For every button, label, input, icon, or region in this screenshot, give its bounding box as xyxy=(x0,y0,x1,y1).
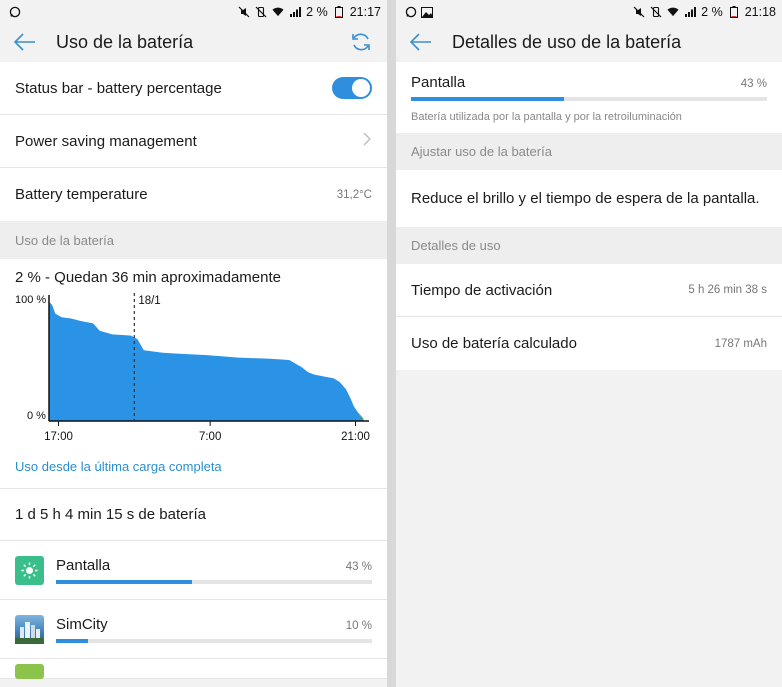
clock: 21:17 xyxy=(349,5,381,19)
app-bar: Detalles de uso de la batería xyxy=(396,24,782,60)
section-header-usage-details: Detalles de uso xyxy=(396,227,782,264)
app-percentage: 43 % xyxy=(345,560,372,573)
page-title: Uso de la batería xyxy=(56,31,194,52)
toggle-knob xyxy=(352,79,370,97)
battery-graph-title: 2 % - Quedan 36 min aproximadamente xyxy=(15,269,281,286)
detail-row-calculated-usage: Uso de batería calculado 1787 mAh xyxy=(396,317,782,370)
usage-bar xyxy=(411,97,767,101)
battery-temperature-value: 31,2°C xyxy=(336,188,372,201)
battery-chart-svg: 18/1 100 % 0 % 17:00 7:00 21:00 xyxy=(15,293,370,443)
x-tick-label: 17:00 xyxy=(44,431,73,443)
page-title: Detalles de uso de la batería xyxy=(452,31,682,52)
app-name: Pantalla xyxy=(56,556,111,574)
section-header-battery-usage: Uso de la batería xyxy=(0,221,387,259)
power-saving-row[interactable]: Power saving management xyxy=(0,115,387,168)
battery-temperature-row: Battery temperature 31,2°C xyxy=(0,168,387,221)
clock: 21:18 xyxy=(744,5,776,19)
detail-value: 1787 mAh xyxy=(714,337,767,350)
battery-percent-text: 2 % xyxy=(701,5,723,19)
simcity-app-icon xyxy=(15,614,44,644)
battery-chart: 18/1 100 % 0 % 17:00 7:00 21:00 xyxy=(15,291,371,449)
back-arrow-icon[interactable] xyxy=(14,31,36,53)
battery-percent-text: 2 % xyxy=(306,5,328,19)
y-tick-label: 100 % xyxy=(15,294,46,306)
refresh-icon[interactable] xyxy=(349,30,373,54)
battery-level-area xyxy=(49,301,364,421)
app-bar: Uso de la batería xyxy=(0,24,387,60)
wifi-icon xyxy=(272,6,284,18)
battery-details-screen: 2 % 21:18 Detalles de uso de la batería … xyxy=(396,0,782,687)
image-notification-icon xyxy=(421,6,433,18)
day-marker-label: 18/1 xyxy=(138,295,160,307)
power-saving-label: Power saving management xyxy=(15,132,197,150)
wifi-icon xyxy=(667,6,679,18)
consumer-description: Batería utilizada por la pantalla y por … xyxy=(411,111,682,123)
battery-icon xyxy=(728,6,740,18)
detail-row-activation-time: Tiempo de activación 5 h 26 min 38 s xyxy=(396,264,782,317)
signal-icon xyxy=(289,6,302,18)
detail-value: 5 h 26 min 38 s xyxy=(688,284,767,296)
battery-usage-screen: 2 % 21:17 Uso de la batería Status bar -… xyxy=(0,0,387,687)
y-tick-label: 0 % xyxy=(27,410,46,422)
battery-duration-summary: 1 d 5 h 4 min 15 s de batería xyxy=(0,489,387,541)
vibrate-off-icon xyxy=(255,6,267,18)
usage-bar xyxy=(56,638,372,643)
status-bar-percentage-row[interactable]: Status bar - battery percentage xyxy=(0,62,387,115)
usage-bar-fill xyxy=(56,638,88,643)
chevron-right-icon xyxy=(363,132,372,151)
status-bar: 2 % 21:17 xyxy=(0,0,387,24)
status-bar-percentage-label: Status bar - battery percentage xyxy=(15,79,222,97)
usage-bar xyxy=(56,579,372,584)
app-icon-partial xyxy=(15,664,44,679)
consumer-name: Pantalla xyxy=(411,74,466,91)
signal-icon xyxy=(684,6,697,18)
usage-since-full-charge-link[interactable]: Uso desde la última carga completa xyxy=(0,449,387,488)
status-bar-percentage-toggle[interactable] xyxy=(332,77,372,99)
back-arrow-icon[interactable] xyxy=(410,31,432,53)
status-bar: 2 % 21:18 xyxy=(396,0,782,24)
settings-list: Status bar - battery percentage Power sa… xyxy=(0,62,387,221)
usage-bar-fill xyxy=(56,579,192,584)
battery-temperature-label: Battery temperature xyxy=(15,186,148,203)
app-item-simcity[interactable]: SimCity 10 % xyxy=(0,600,387,659)
x-tick-label: 21:00 xyxy=(341,431,370,443)
mute-icon xyxy=(633,6,645,18)
detail-label: Uso de batería calculado xyxy=(411,335,577,352)
screen-brightness-icon xyxy=(15,555,44,585)
whatsapp-notification-icon xyxy=(405,6,417,18)
battery-graph-card: 2 % - Quedan 36 min aproximadamente 18/1… xyxy=(0,259,387,449)
usage-bar-fill xyxy=(411,97,565,101)
adjust-tip[interactable]: Reduce el brillo y el tiempo de espera d… xyxy=(396,170,782,227)
consumer-percentage: 43 % xyxy=(740,78,767,90)
app-item-pantalla[interactable]: Pantalla 43 % xyxy=(0,541,387,600)
app-name: SimCity xyxy=(56,615,108,633)
app-item-partial[interactable] xyxy=(0,659,387,679)
x-tick-label: 7:00 xyxy=(199,431,221,443)
usage-details-list: Tiempo de activación 5 h 26 min 38 s Uso… xyxy=(396,264,782,370)
consumer-detail-card: Pantalla 43 % Batería utilizada por la p… xyxy=(396,62,782,133)
battery-icon xyxy=(333,6,345,18)
section-header-adjust: Ajustar uso de la batería xyxy=(396,133,782,170)
app-percentage: 10 % xyxy=(345,619,372,632)
vibrate-off-icon xyxy=(650,6,662,18)
detail-label: Tiempo de activación xyxy=(411,281,553,299)
mute-icon xyxy=(238,6,250,18)
whatsapp-notification-icon xyxy=(9,6,21,18)
